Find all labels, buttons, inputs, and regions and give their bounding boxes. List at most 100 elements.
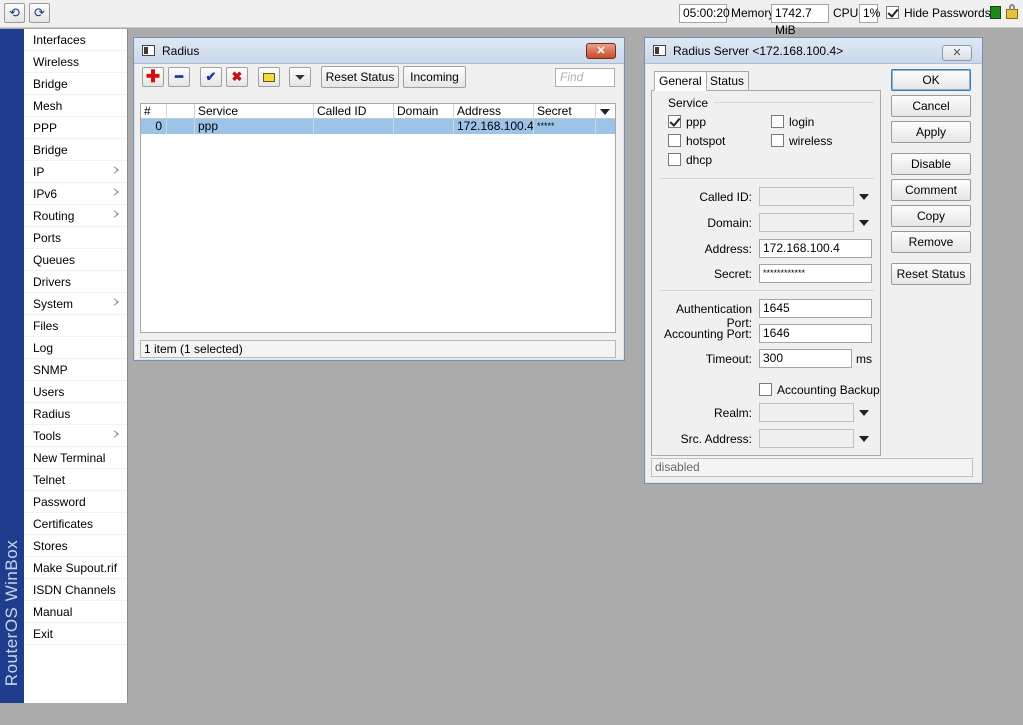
address-field[interactable]: 172.168.100.4 <box>759 239 872 258</box>
service-login-label: login <box>789 115 815 129</box>
sidebar-item[interactable]: PPP <box>24 117 127 139</box>
incoming-button[interactable]: Incoming <box>403 66 466 88</box>
column-header[interactable]: Address <box>454 104 534 118</box>
hide-passwords-checkbox[interactable] <box>886 6 899 19</box>
apply-button[interactable]: Apply <box>891 121 971 143</box>
sidebar-item[interactable]: IPv6 <box>24 183 127 205</box>
column-header[interactable]: Secret <box>534 104 596 118</box>
sidebar-item[interactable]: Routing <box>24 205 127 227</box>
sidebar-item-label: SNMP <box>33 363 68 377</box>
memory-readout: 1742.7 MiB <box>771 4 829 37</box>
sidebar-item[interactable]: Tools <box>24 425 127 447</box>
sidebar-item[interactable]: Exit <box>24 623 127 645</box>
sidebar-item[interactable]: Make Supout.rif <box>24 557 127 579</box>
sidebar-item-label: Queues <box>33 253 76 267</box>
sidebar-item[interactable]: SNMP <box>24 359 127 381</box>
sidebar-item-label: Bridge <box>33 77 68 91</box>
acct-port-field[interactable]: 1646 <box>759 324 872 343</box>
radius-server-titlebar[interactable]: Radius Server <172.168.100.4> ✕ <box>645 38 982 64</box>
column-header[interactable]: Called ID <box>314 104 394 118</box>
redo-icon[interactable]: ⟳ <box>29 3 50 23</box>
sidebar-item[interactable]: Bridge <box>24 139 127 161</box>
sidebar-item[interactable]: Certificates <box>24 513 127 535</box>
secret-field[interactable]: ************ <box>759 264 872 283</box>
server-status-bar: disabled <box>651 458 973 477</box>
sidebar-item[interactable]: Manual <box>24 601 127 623</box>
called-id-field[interactable] <box>759 187 854 206</box>
ok-button[interactable]: OK <box>891 69 971 91</box>
timeout-unit: ms <box>856 352 872 366</box>
filter-icon[interactable]: ⏷ <box>289 67 311 87</box>
src-address-dropdown-icon[interactable] <box>859 436 869 442</box>
domain-field[interactable] <box>759 213 854 232</box>
sidebar-item-label: Drivers <box>33 275 71 289</box>
sidebar-item[interactable]: Mesh <box>24 95 127 117</box>
brand-strip: RouterOS WinBox <box>0 29 24 703</box>
tab-general[interactable]: General <box>654 71 707 91</box>
sidebar-item[interactable]: Drivers <box>24 271 127 293</box>
remove-button[interactable]: Remove <box>891 231 971 253</box>
realm-dropdown-icon[interactable] <box>859 410 869 416</box>
src-address-field[interactable] <box>759 429 854 448</box>
domain-dropdown-icon[interactable] <box>859 220 869 226</box>
sidebar-item[interactable]: System <box>24 293 127 315</box>
sidebar-item[interactable]: ISDN Channels <box>24 579 127 601</box>
hide-passwords-label: Hide Passwords <box>904 6 991 20</box>
sidebar-item[interactable]: Files <box>24 315 127 337</box>
radius-window-titlebar[interactable]: Radius ✕ <box>134 38 624 64</box>
auth-port-label: Authentication Port: <box>675 302 752 330</box>
sidebar-item[interactable]: Log <box>24 337 127 359</box>
sidebar-item[interactable]: New Terminal <box>24 447 127 469</box>
sidebar-item-label: Interfaces <box>33 33 86 47</box>
remove-icon[interactable]: ━ <box>168 67 190 87</box>
reset-status-button[interactable]: Reset Status <box>891 263 971 285</box>
service-wireless-checkbox[interactable] <box>771 134 784 147</box>
find-input[interactable]: Find <box>555 68 615 87</box>
called-id-dropdown-icon[interactable] <box>859 194 869 200</box>
top-toolbar: ⟲ ⟳ 05:00:20 Memory: 1742.7 MiB CPU: 1% … <box>0 0 1023 37</box>
accounting-backup-checkbox[interactable] <box>759 383 772 396</box>
cancel-button[interactable]: Cancel <box>891 95 971 117</box>
copy-button[interactable]: Copy <box>891 205 971 227</box>
radius-table: # Service Called ID Domain Address Secre… <box>140 103 616 333</box>
sidebar-item[interactable]: Users <box>24 381 127 403</box>
submenu-arrow-icon <box>114 430 119 438</box>
sidebar-item[interactable]: Ports <box>24 227 127 249</box>
sidebar-item[interactable]: Bridge <box>24 73 127 95</box>
disable-x-icon[interactable]: ✖ <box>226 67 248 87</box>
service-dhcp-checkbox[interactable] <box>668 153 681 166</box>
acct-port-label: Accounting Port: <box>663 327 752 341</box>
comment-button[interactable]: Comment <box>891 179 971 201</box>
column-header[interactable]: Service <box>195 104 314 118</box>
reset-status-button[interactable]: Reset Status <box>321 66 399 88</box>
column-header[interactable]: Domain <box>394 104 454 118</box>
sidebar-item[interactable]: IP <box>24 161 127 183</box>
comment-icon[interactable] <box>258 67 280 87</box>
sidebar-item[interactable]: Wireless <box>24 51 127 73</box>
sidebar-item[interactable]: Password <box>24 491 127 513</box>
table-row[interactable]: 0 ppp 172.168.100.4 ***** <box>141 119 615 134</box>
tab-status[interactable]: Status <box>705 71 750 91</box>
column-header[interactable]: # <box>141 104 167 118</box>
close-icon[interactable]: ✕ <box>586 43 616 59</box>
column-menu-icon[interactable] <box>596 104 615 118</box>
realm-field[interactable] <box>759 403 854 422</box>
service-ppp-checkbox[interactable] <box>668 115 681 128</box>
auth-port-field[interactable]: 1645 <box>759 299 872 318</box>
sidebar-item[interactable]: Interfaces <box>24 29 127 51</box>
sidebar-item-label: Exit <box>33 627 54 641</box>
disable-button[interactable]: Disable <box>891 153 971 175</box>
domain-label: Domain: <box>707 216 752 230</box>
sidebar-item[interactable]: Queues <box>24 249 127 271</box>
close-icon[interactable]: ✕ <box>942 45 972 61</box>
service-login-checkbox[interactable] <box>771 115 784 128</box>
service-hotspot-checkbox[interactable] <box>668 134 681 147</box>
add-icon[interactable]: ✚ <box>142 67 164 87</box>
timeout-field[interactable]: 300 <box>759 349 852 368</box>
sidebar-item[interactable]: Stores <box>24 535 127 557</box>
enable-check-icon[interactable]: ✔ <box>200 67 222 87</box>
sidebar-item[interactable]: Radius <box>24 403 127 425</box>
sidebar-item[interactable]: Telnet <box>24 469 127 491</box>
address-label: Address: <box>704 242 752 256</box>
undo-icon[interactable]: ⟲ <box>4 3 25 23</box>
